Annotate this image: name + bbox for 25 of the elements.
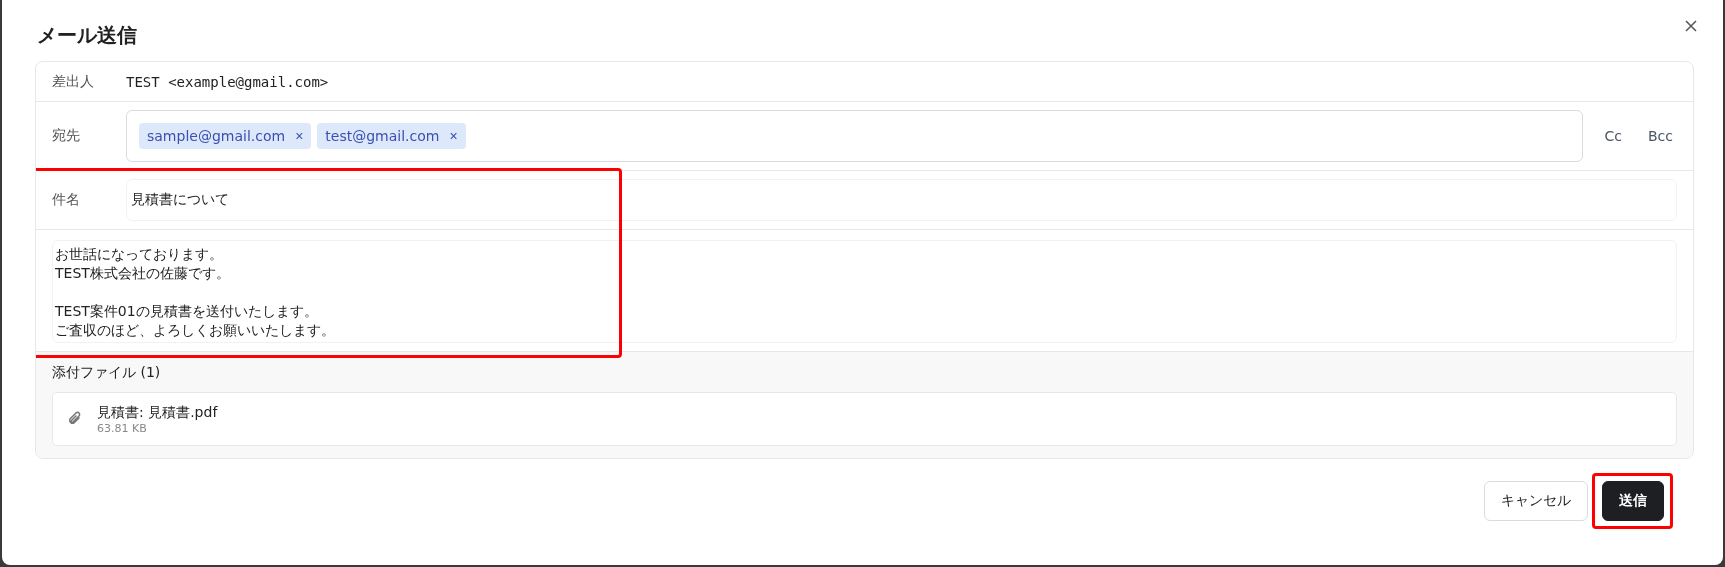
close-icon[interactable] xyxy=(1683,18,1699,34)
attachments-title: 添付ファイル (1) xyxy=(52,364,161,382)
remove-button[interactable]: × xyxy=(449,128,458,144)
subject-field[interactable]: 見積書について xyxy=(126,179,1677,221)
field-label: 宛先 xyxy=(52,127,81,145)
body-text-line: ご査収のほど、よろしくお願いいたします。 xyxy=(55,321,335,340)
remove-button[interactable]: × xyxy=(295,128,304,144)
cancel-button[interactable]: キャンセル xyxy=(1484,481,1588,521)
recipient-address: sample@gmail.com xyxy=(147,128,286,144)
body-text-line: TEST株式会社の佐藤です。 xyxy=(55,264,230,283)
body-field[interactable]: お世話になっております。 TEST株式会社の佐藤です。 TEST案件01の見積書を送付いたします。 ご査収のほど、よろしくお願いいたします。 xyxy=(52,240,1677,343)
file-size: 63.81 KB xyxy=(97,421,148,435)
cc-button[interactable]: Cc xyxy=(1600,124,1626,148)
field-label: 差出人 xyxy=(52,72,95,91)
recipient-address: test@gmail.com xyxy=(325,128,440,144)
recipient-field[interactable]: sample@gmail.com × test@gmail.com × xyxy=(126,110,1583,162)
dialog-title: メール送信 xyxy=(37,22,137,49)
file-name: 見積書: 見積書.pdf xyxy=(97,403,218,422)
body-text-line: お世話になっております。 xyxy=(55,245,223,264)
attachment-item[interactable]: 見積書: 見積書.pdf 63.81 KB xyxy=(52,392,1677,446)
send-button[interactable]: 送信 xyxy=(1602,481,1664,521)
sender-value: TEST <example@gmail.com> xyxy=(126,73,329,90)
bcc-button[interactable]: Bcc xyxy=(1644,124,1677,148)
field-label: 件名 xyxy=(52,191,81,209)
body-text-line: TEST案件01の見積書を送付いたします。 xyxy=(55,302,318,321)
